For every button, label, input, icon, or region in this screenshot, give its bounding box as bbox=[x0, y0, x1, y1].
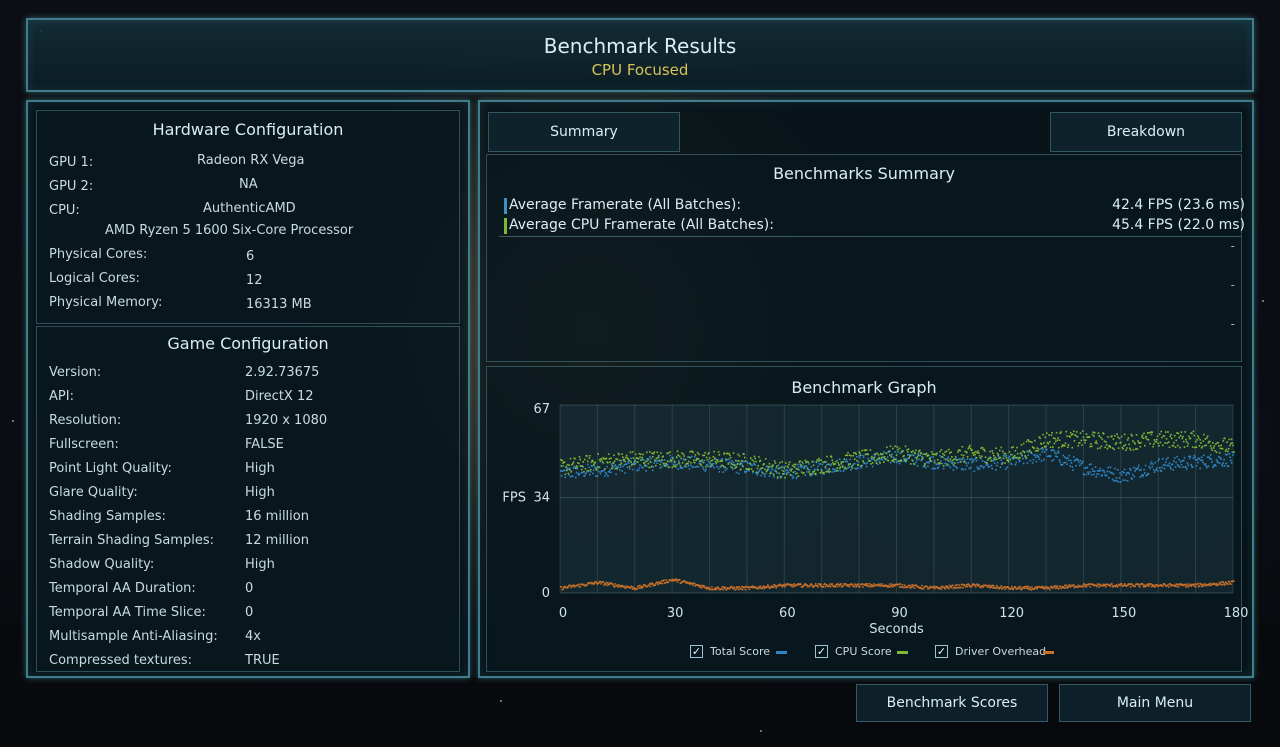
game-section-title: Game Configuration bbox=[167, 334, 329, 353]
legend-swatch bbox=[897, 651, 908, 654]
title-bar: Benchmark Results CPU Focused bbox=[26, 18, 1254, 92]
hardware-row-label: Physical Cores: bbox=[49, 247, 148, 262]
star bbox=[12, 420, 14, 422]
game-row-value: High bbox=[245, 557, 275, 572]
hardware-row-label: GPU 2: bbox=[49, 179, 94, 194]
star bbox=[1262, 300, 1264, 302]
legend-swatch bbox=[776, 651, 787, 654]
game-row-value: High bbox=[245, 485, 275, 500]
hardware-row-label: GPU 1: bbox=[49, 155, 94, 170]
hardware-row-label: Physical Memory: bbox=[49, 295, 163, 310]
summary-placeholder: - bbox=[1230, 278, 1235, 292]
page-subtitle: CPU Focused bbox=[591, 61, 689, 79]
legend-label: Driver Overhead bbox=[955, 645, 1047, 658]
game-row-value: 1920 x 1080 bbox=[245, 413, 328, 428]
hardware-row-value: 12 bbox=[246, 273, 263, 288]
game-row-label: Temporal AA Time Slice: bbox=[49, 605, 206, 620]
hardware-row-label: CPU: bbox=[49, 203, 80, 218]
tab-summary[interactable]: Summary bbox=[488, 112, 680, 152]
summary-placeholder: - bbox=[1230, 317, 1235, 331]
summary-section-title: Benchmarks Summary bbox=[773, 164, 955, 183]
hardware-section-title: Hardware Configuration bbox=[152, 120, 344, 139]
game-row-label: Resolution: bbox=[49, 413, 122, 428]
game-row-label: Multisample Anti-Aliasing: bbox=[49, 629, 218, 644]
game-row-label: Temporal AA Duration: bbox=[49, 581, 196, 596]
page-title: Benchmark Results bbox=[543, 34, 737, 58]
legend-checkbox[interactable]: ✓ bbox=[690, 645, 703, 658]
hardware-row-value: Radeon RX Vega bbox=[197, 153, 305, 168]
game-configuration-section: Game Configuration Version: 2.92.73675 API… bbox=[36, 326, 460, 672]
tab-breakdown[interactable]: Breakdown bbox=[1050, 112, 1242, 152]
hardware-configuration-section: Hardware Configuration GPU 1: Radeon RX V… bbox=[36, 110, 460, 324]
legend-label: CPU Score bbox=[835, 645, 892, 658]
benchmarks-summary-section: Benchmarks Summary Average Framerate (Al… bbox=[486, 154, 1245, 362]
summary-placeholder: - bbox=[1230, 239, 1235, 253]
game-row-label: Fullscreen: bbox=[49, 437, 119, 452]
game-row-label: API: bbox=[49, 389, 74, 404]
benchmark-scores-button[interactable]: Benchmark Scores bbox=[856, 684, 1048, 722]
game-row-value: 2.92.73675 bbox=[245, 365, 320, 380]
hardware-row-value: NA bbox=[239, 177, 258, 192]
summary-row-label: Average Framerate (All Batches): bbox=[509, 197, 742, 213]
game-row-value: TRUE bbox=[245, 653, 280, 668]
game-row-label: Terrain Shading Samples: bbox=[49, 533, 214, 548]
game-row-value: DirectX 12 bbox=[245, 389, 314, 404]
graph-section-title: Benchmark Graph bbox=[791, 378, 937, 397]
hardware-row-label: Logical Cores: bbox=[49, 271, 140, 286]
summary-divider bbox=[499, 236, 1241, 237]
game-row-label: Point Light Quality: bbox=[49, 461, 172, 476]
series-marker bbox=[504, 218, 507, 234]
star bbox=[760, 730, 762, 732]
hardware-row-value: AuthenticAMD bbox=[203, 201, 296, 216]
summary-row-value: 45.4 FPS (22.0 ms) bbox=[1112, 217, 1245, 233]
game-row-value: 0 bbox=[245, 581, 254, 596]
game-row-value: FALSE bbox=[245, 437, 284, 452]
game-row-value: 12 million bbox=[245, 533, 309, 548]
results-panel: Summary Breakdown Benchmarks Summary Ave… bbox=[478, 100, 1254, 678]
summary-row-label: Average CPU Framerate (All Batches): bbox=[509, 217, 774, 233]
game-row-label: Shading Samples: bbox=[49, 509, 166, 524]
game-row-value: High bbox=[245, 461, 275, 476]
game-row-value: 16 million bbox=[245, 509, 309, 524]
game-row-label: Shadow Quality: bbox=[49, 557, 155, 572]
game-row-label: Glare Quality: bbox=[49, 485, 138, 500]
game-row-label: Version: bbox=[49, 365, 102, 380]
hardware-row-value: 16313 MB bbox=[246, 297, 312, 312]
legend-checkbox[interactable]: ✓ bbox=[815, 645, 828, 658]
series-marker bbox=[504, 198, 507, 214]
hardware-row-value: 6 bbox=[246, 249, 255, 264]
benchmark-graph-section: Benchmark Graph bbox=[486, 366, 1242, 672]
summary-row-value: 42.4 FPS (23.6 ms) bbox=[1112, 197, 1245, 213]
game-row-label: Compressed textures: bbox=[49, 653, 193, 668]
hardware-row-value: AMD Ryzen 5 1600 Six-Core Processor bbox=[105, 223, 354, 238]
summary-row-average-cpu-framerate: Average CPU Framerate (All Batches): 45.… bbox=[504, 217, 1245, 235]
legend-label: Total Score bbox=[710, 645, 770, 658]
legend-swatch bbox=[1043, 651, 1054, 654]
legend-checkbox[interactable]: ✓ bbox=[935, 645, 948, 658]
star bbox=[500, 700, 502, 702]
summary-row-average-framerate: Average Framerate (All Batches): 42.4 FP… bbox=[504, 197, 1245, 215]
main-menu-button[interactable]: Main Menu bbox=[1059, 684, 1251, 722]
game-row-value: 0 bbox=[245, 605, 254, 620]
configuration-panel: Hardware Configuration GPU 1: Radeon RX V… bbox=[26, 100, 470, 678]
game-row-value: 4x bbox=[245, 629, 261, 644]
